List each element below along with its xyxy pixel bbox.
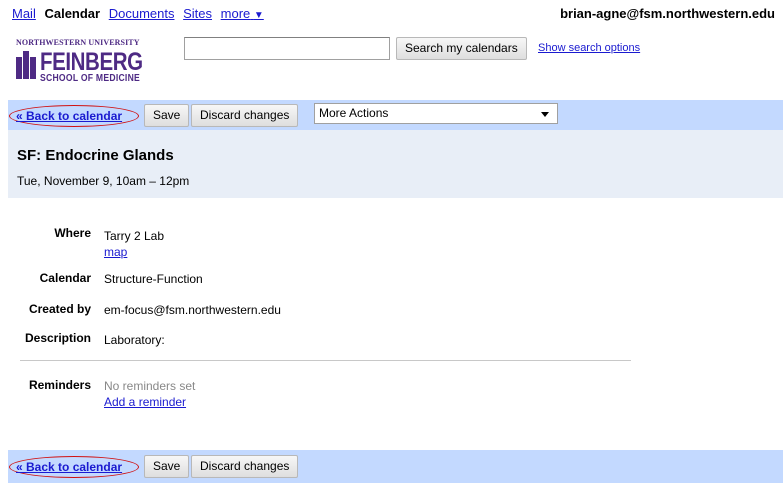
back-to-calendar-link[interactable]: « Back to calendar	[16, 109, 122, 123]
created-by-label: Created by	[28, 302, 91, 316]
description-label: Description	[24, 331, 91, 345]
logo-name-text: FEINBERG	[40, 48, 143, 76]
event-title: SF: Endocrine Glands	[17, 147, 174, 164]
back-to-calendar-link[interactable]: « Back to calendar	[16, 460, 122, 474]
save-button[interactable]: Save	[144, 104, 190, 127]
search-input[interactable]	[184, 37, 390, 60]
top-action-bar: « Back to calendar Save Discard changes …	[8, 100, 783, 130]
add-reminder-link[interactable]: Add a reminder	[104, 395, 186, 409]
dropdown-arrow-icon	[541, 112, 549, 117]
event-header: SF: Endocrine Glands Tue, November 9, 10…	[8, 130, 783, 198]
where-label: Where	[54, 226, 91, 240]
where-value: Tarry 2 Lab	[104, 229, 165, 243]
logo-school-text: SCHOOL OF MEDICINE	[40, 73, 141, 84]
logo-university-text: NORTHWESTERN UNIVERSITY	[16, 38, 140, 47]
map-link[interactable]: map	[104, 245, 127, 259]
more-actions-select[interactable]: More Actions	[314, 103, 558, 124]
save-button[interactable]: Save	[144, 455, 190, 478]
search-my-calendars-button[interactable]: Search my calendars	[396, 37, 527, 60]
divider	[20, 360, 631, 361]
product-nav: Mail Calendar Documents Sites more ▼	[12, 6, 269, 21]
nav-documents-link[interactable]: Documents	[109, 6, 175, 21]
nav-calendar-current: Calendar	[44, 6, 101, 21]
reminders-value: No reminders set	[104, 379, 196, 393]
nav-more-link[interactable]: more ▼	[221, 6, 264, 21]
nav-more-label: more	[220, 6, 251, 21]
show-search-options-link[interactable]: Show search options	[538, 42, 640, 54]
calendar-value: Structure-Function	[104, 272, 203, 286]
discard-changes-button[interactable]: Discard changes	[191, 104, 299, 127]
top-bar: Mail Calendar Documents Sites more ▼ bri…	[0, 0, 783, 26]
account-email[interactable]: brian-agne@fsm.northwestern.edu	[560, 6, 775, 21]
nav-sites-link[interactable]: Sites	[183, 6, 212, 21]
calendar-label: Calendar	[39, 271, 91, 285]
event-datetime: Tue, November 9, 10am – 12pm	[17, 174, 190, 188]
created-by-value: em-focus@fsm.northwestern.edu	[104, 303, 281, 317]
description-value: Laboratory:	[104, 333, 165, 347]
more-actions-label: More Actions	[319, 106, 389, 120]
logo-mark-icon	[16, 51, 36, 79]
feinberg-logo[interactable]: NORTHWESTERN UNIVERSITY FEINBERG SCHOOL …	[16, 38, 156, 90]
chevron-down-icon: ▼	[253, 10, 264, 21]
nav-mail-link[interactable]: Mail	[12, 6, 36, 21]
bottom-action-bar: « Back to calendar Save Discard changes	[8, 450, 783, 483]
reminders-label: Reminders	[28, 378, 91, 392]
discard-changes-button[interactable]: Discard changes	[191, 455, 299, 478]
